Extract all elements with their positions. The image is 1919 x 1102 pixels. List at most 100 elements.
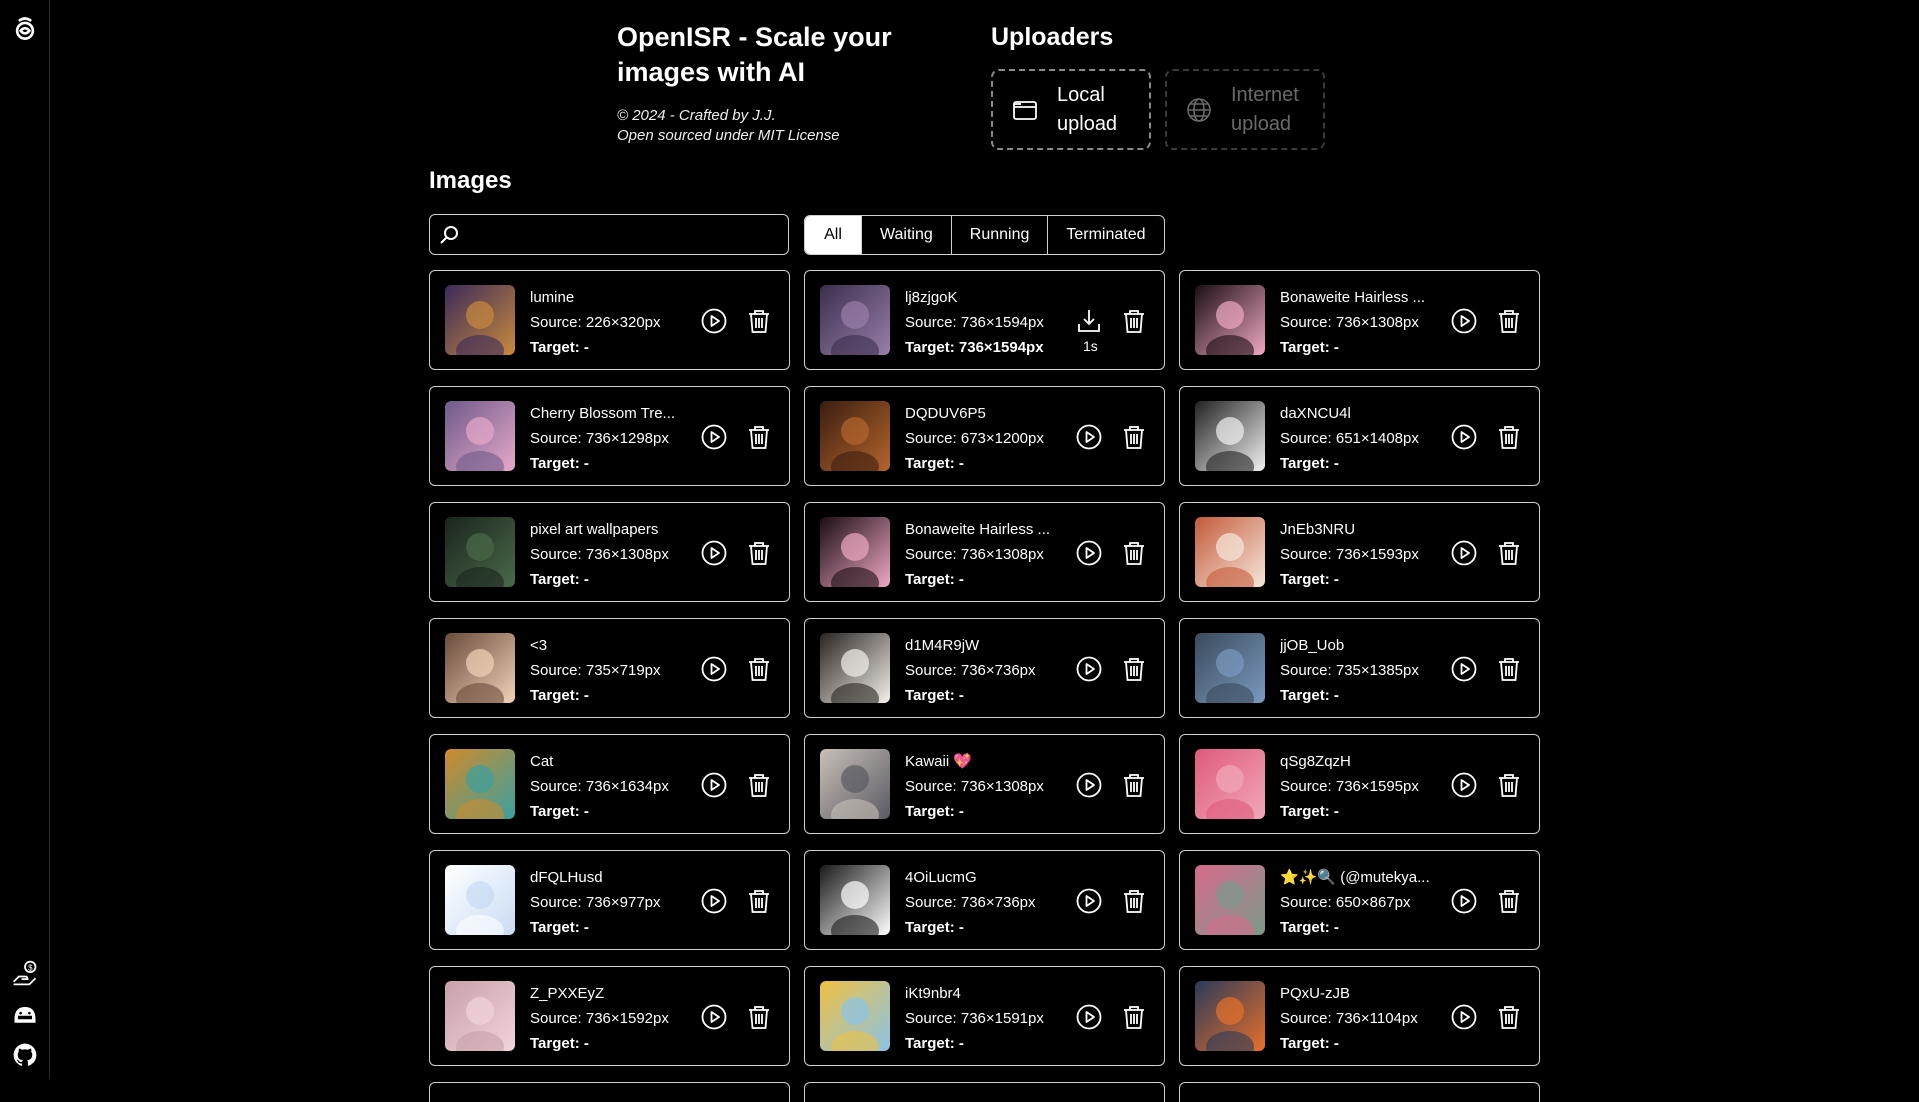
play-button[interactable]	[699, 1002, 729, 1032]
image-name: Kawaii 💖	[905, 753, 973, 770]
download-button[interactable]	[1074, 306, 1104, 336]
uploaders-section: Uploaders Local upload Internet upload	[991, 20, 1325, 150]
delete-button[interactable]	[744, 306, 774, 336]
delete-button[interactable]	[1119, 654, 1149, 684]
sidebar: $	[0, 0, 50, 1079]
image-card: DQDUV6P5 Source: 673×1200px Target: -	[804, 386, 1165, 486]
delete-button[interactable]	[744, 538, 774, 568]
tab-all[interactable]: All	[805, 216, 861, 254]
github-icon[interactable]	[9, 1039, 41, 1071]
image-target-size: Target: -	[530, 687, 589, 704]
internet-upload-button[interactable]: Internet upload	[1165, 69, 1325, 150]
play-button[interactable]	[1074, 422, 1104, 452]
play-button[interactable]	[1449, 886, 1479, 916]
delete-button[interactable]	[744, 770, 774, 800]
delete-button[interactable]	[744, 1002, 774, 1032]
credit-line: © 2024 - Crafted by J.J.	[617, 107, 776, 124]
image-source-size: Source: 736×1308px	[905, 546, 1044, 563]
app-title: OpenISR - Scale your images with AI	[617, 22, 892, 87]
image-name: Cherry Blossom Tre...	[530, 405, 676, 422]
play-button[interactable]	[1074, 886, 1104, 916]
delete-button[interactable]	[1119, 422, 1149, 452]
search-box	[429, 214, 789, 255]
delete-button[interactable]	[1494, 886, 1524, 916]
image-info: DQDUV6P5 Source: 673×1200px Target: -	[905, 401, 1075, 476]
play-button[interactable]	[699, 770, 729, 800]
play-button[interactable]	[699, 422, 729, 452]
delete-button[interactable]	[1119, 886, 1149, 916]
play-button[interactable]	[699, 654, 729, 684]
image-info: dFQLHusd Source: 736×977px Target: -	[530, 865, 700, 940]
play-button[interactable]	[1449, 1002, 1479, 1032]
play-button[interactable]	[1074, 538, 1104, 568]
openisr-logo-icon[interactable]	[9, 13, 41, 45]
image-card	[804, 1082, 1165, 1102]
delete-button[interactable]	[744, 422, 774, 452]
image-name: qSg8ZqzH	[1280, 753, 1351, 770]
play-button[interactable]	[1449, 422, 1479, 452]
image-target-size: Target: -	[530, 1035, 589, 1052]
image-target-size: Target: -	[1280, 1035, 1339, 1052]
donate-icon[interactable]: $	[9, 957, 41, 989]
image-target-size: Target: -	[530, 919, 589, 936]
tab-waiting[interactable]: Waiting	[861, 216, 951, 254]
play-button[interactable]	[699, 538, 729, 568]
image-name: DQDUV6P5	[905, 405, 986, 422]
image-target-size: Target: -	[905, 455, 964, 472]
image-source-size: Source: 736×1594px	[905, 314, 1044, 331]
local-upload-label: Local upload	[1057, 83, 1118, 135]
license-line: Open sourced under MIT License	[617, 127, 840, 144]
delete-button[interactable]	[1494, 306, 1524, 336]
image-thumbnail	[445, 401, 515, 471]
delete-button[interactable]	[1119, 770, 1149, 800]
svg-text:$: $	[28, 963, 33, 972]
delete-button[interactable]	[1119, 1002, 1149, 1032]
play-button[interactable]	[699, 306, 729, 336]
play-button[interactable]	[1449, 770, 1479, 800]
credits: © 2024 - Crafted by J.J. Open sourced un…	[617, 106, 977, 146]
play-button[interactable]	[1449, 538, 1479, 568]
image-name: Cat	[530, 753, 554, 770]
delete-button[interactable]	[1494, 770, 1524, 800]
image-info: Z_PXXEyZ Source: 736×1592px Target: -	[530, 981, 700, 1056]
image-name: lumine	[530, 289, 575, 306]
tab-running[interactable]: Running	[950, 216, 1048, 254]
image-thumbnail	[1195, 517, 1265, 587]
image-name: pixel art wallpapers	[530, 521, 659, 538]
play-button[interactable]	[1449, 654, 1479, 684]
image-name: dFQLHusd	[530, 869, 603, 886]
tab-terminated[interactable]: Terminated	[1047, 216, 1163, 254]
image-target-size: Target: 736×1594px	[905, 339, 1044, 356]
image-card: dFQLHusd Source: 736×977px Target: -	[429, 850, 790, 950]
image-info: <3 Source: 735×719px Target: -	[530, 633, 700, 708]
local-upload-button[interactable]: Local upload	[991, 69, 1151, 150]
delete-button[interactable]	[1494, 1002, 1524, 1032]
image-source-size: Source: 736×1298px	[530, 430, 669, 447]
delete-button[interactable]	[1494, 422, 1524, 452]
image-source-size: Source: 736×1308px	[530, 546, 669, 563]
app-header: OpenISR - Scale your images with AI © 20…	[617, 20, 977, 146]
play-button[interactable]	[1074, 770, 1104, 800]
delete-button[interactable]	[744, 654, 774, 684]
image-thumbnail	[820, 401, 890, 471]
play-button[interactable]	[699, 886, 729, 916]
delete-button[interactable]	[744, 886, 774, 916]
image-info: qSg8ZqzH Source: 736×1595px Target: -	[1280, 749, 1450, 824]
delete-button[interactable]	[1494, 538, 1524, 568]
play-button[interactable]	[1074, 654, 1104, 684]
delete-button[interactable]	[1494, 654, 1524, 684]
ollama-icon[interactable]	[9, 998, 41, 1030]
image-target-size: Target: -	[1280, 803, 1339, 820]
image-source-size: Source: 651×1408px	[1280, 430, 1419, 447]
image-source-size: Source: 736×736px	[905, 662, 1036, 679]
image-target-size: Target: -	[905, 571, 964, 588]
play-button[interactable]	[1449, 306, 1479, 336]
image-thumbnail	[1195, 749, 1265, 819]
search-input[interactable]	[460, 215, 788, 254]
delete-button[interactable]	[1119, 306, 1149, 336]
delete-button[interactable]	[1119, 538, 1149, 568]
image-info: ⭐✨🔍 (@mutekya... Source: 650×867px Target:…	[1280, 865, 1450, 940]
image-thumbnail	[1195, 981, 1265, 1051]
play-button[interactable]	[1074, 1002, 1104, 1032]
folder-icon	[1013, 100, 1037, 120]
